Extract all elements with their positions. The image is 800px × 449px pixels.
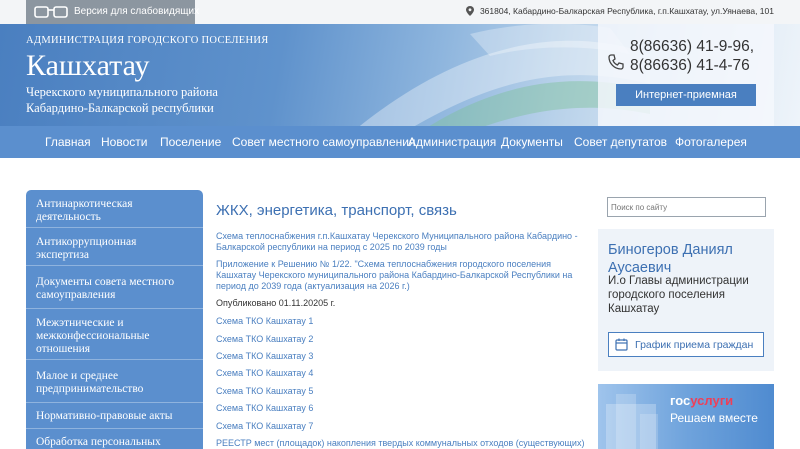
main-navigation: Главная Новости Поселение Совет местного… [0, 126, 800, 158]
top-bar: Версия для слабовидящих 361804, Кабардин… [0, 0, 800, 24]
decision-appendix-link-line-3[interactable]: период до 2039 года (актуализация на 202… [216, 281, 410, 292]
sidebar-menu: Антинаркотическая деятельность Антикорру… [26, 190, 203, 449]
gosuslugi-slogan: Решаем вместе [670, 411, 758, 425]
address-text: 361804, Кабардино-Балкарская Республика,… [479, 6, 774, 16]
accessibility-version-label: Версия для слабовидящих [74, 6, 200, 17]
site-subtitle-line-1: Черекского муниципального района [26, 85, 218, 99]
head-name-line-2: Аусаевич [608, 260, 672, 276]
head-position-line-3: Кашхатау [608, 303, 660, 315]
sidebar-item-anticorruption[interactable]: Антикоррупционная экспертиза [26, 228, 203, 266]
heat-supply-scheme-link-line-1[interactable]: Схема теплоснабжения г.п.Кашхатау Черекс… [216, 231, 578, 242]
decision-appendix-link-line-1[interactable]: Приложение к Решению № 1/22. "Схема тепл… [216, 259, 551, 270]
sidebar-item-label: Антинаркотическая [36, 198, 133, 210]
sidebar-item-small-business[interactable]: Малое и среднее предпринимательство [26, 360, 203, 403]
administration-label: АДМИНИСТРАЦИЯ ГОРОДСКОГО ПОСЕЛЕНИЯ [26, 35, 269, 46]
nav-item-home[interactable]: Главная [45, 135, 91, 149]
phone-number-1[interactable]: 8(86636) 41-9-96, [630, 38, 754, 56]
gosuslugi-logo: госуслуги [670, 393, 734, 408]
sidebar-item-label: Документы совета местного [36, 276, 175, 288]
tko-scheme-link-5[interactable]: Схема ТКО Кашхатау 5 [216, 386, 313, 397]
site-header: АДМИНИСТРАЦИЯ ГОРОДСКОГО ПОСЕЛЕНИЯ Кашха… [0, 24, 800, 126]
sidebar-item-legal-acts[interactable]: Нормативно-правовые акты [26, 403, 203, 429]
tko-scheme-link-7[interactable]: Схема ТКО Кашхатау 7 [216, 421, 313, 432]
sidebar-item-antidrug[interactable]: Антинаркотическая деятельность [26, 190, 203, 228]
nav-item-administration[interactable]: Администрация [408, 135, 496, 149]
sidebar-item-label: межконфессиональные [36, 330, 150, 342]
nav-item-deputies-council[interactable]: Совет депутатов [574, 135, 667, 149]
sidebar-item-label: Антикоррупционная [36, 236, 137, 248]
decision-appendix-link-line-2[interactable]: Кашхатау Черекского муниципального район… [216, 270, 572, 281]
sidebar-item-label: Межэтнические и [36, 317, 124, 329]
contact-box: 8(86636) 41-9-96, 8(86636) 41-4-76 Интер… [598, 24, 774, 126]
tko-scheme-link-6[interactable]: Схема ТКО Кашхатау 6 [216, 403, 313, 414]
reception-schedule-button[interactable]: График приема граждан [608, 332, 764, 357]
phone-number-2[interactable]: 8(86636) 41-4-76 [630, 57, 750, 75]
sidebar-item-label: Малое и среднее [36, 370, 119, 382]
site-title[interactable]: Кашхатау [26, 49, 149, 83]
phone-icon [608, 54, 624, 70]
accessibility-version-button[interactable]: Версия для слабовидящих [26, 0, 199, 24]
nav-item-news[interactable]: Новости [101, 135, 147, 149]
published-date: Опубликовано 01.11.20205 г. [216, 298, 336, 308]
tko-scheme-link-1[interactable]: Схема ТКО Кашхатау 1 [216, 316, 313, 327]
sidebar-item-label: самоуправления [36, 289, 116, 301]
tko-scheme-link-2[interactable]: Схема ТКО Кашхатау 2 [216, 334, 313, 345]
nav-item-photo-gallery[interactable]: Фотогалерея [675, 135, 747, 149]
sidebar-item-label: Обработка персональных [36, 436, 161, 448]
head-position-line-2: городского поселения [608, 289, 725, 301]
reception-schedule-label: График приема граждан [635, 339, 754, 351]
sidebar-item-label: Нормативно-правовые акты [36, 410, 173, 422]
waste-registry-link[interactable]: РЕЕСТР мест (площадок) накопления тверды… [216, 438, 584, 449]
tko-scheme-link-3[interactable]: Схема ТКО Кашхатау 3 [216, 351, 313, 362]
page-title: ЖКХ, энергетика, транспорт, связь [216, 202, 457, 219]
site-search-input[interactable] [607, 197, 766, 217]
nav-item-settlement[interactable]: Поселение [160, 135, 221, 149]
location-pin-icon [465, 6, 474, 16]
internet-reception-button[interactable]: Интернет-приемная [616, 84, 756, 106]
head-name-line-1: Биногеров Даниял [608, 242, 733, 258]
calendar-icon [615, 338, 628, 351]
head-position-line-1: И.о Главы администрации [608, 275, 749, 287]
head-of-administration-panel: Биногеров Даниял Аусаевич И.о Главы адми… [598, 229, 774, 371]
sidebar-item-label: деятельность [36, 211, 101, 223]
glasses-icon [34, 6, 68, 18]
nav-item-documents[interactable]: Документы [501, 135, 563, 149]
sidebar-item-label: отношения [36, 343, 91, 355]
nav-item-local-council[interactable]: Совет местного самоуправления [232, 135, 415, 149]
sidebar-item-council-documents[interactable]: Документы совета местного самоуправления [26, 266, 203, 309]
sidebar-item-label: предпринимательство [36, 383, 144, 395]
site-subtitle-line-2: Кабардино-Балкарской республики [26, 101, 214, 115]
tko-scheme-link-4[interactable]: Схема ТКО Кашхатау 4 [216, 368, 313, 379]
sidebar-item-label: экспертиза [36, 249, 90, 261]
heat-supply-scheme-link-line-2[interactable]: Балкарской республики на период с 2025 п… [216, 242, 447, 253]
gosuslugi-banner[interactable]: госуслуги Решаем вместе [598, 384, 774, 449]
sidebar-item-interethnic[interactable]: Межэтнические и межконфессиональные отно… [26, 309, 203, 360]
address: 361804, Кабардино-Балкарская Республика,… [465, 6, 774, 16]
sidebar-item-personal-data[interactable]: Обработка персональных [26, 429, 203, 449]
